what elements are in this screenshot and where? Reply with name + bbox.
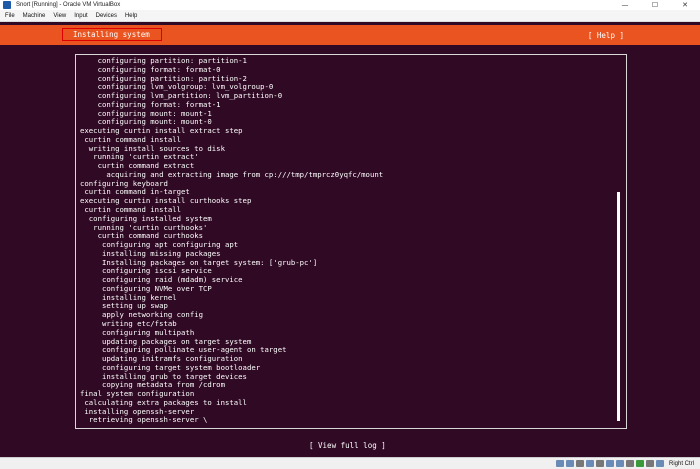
log-scrollbar-thumb[interactable] [617, 192, 620, 421]
status-bar: Right Ctrl [0, 457, 700, 469]
optical-drive-icon[interactable] [565, 460, 574, 467]
window-controls: — ☐ ✕ [610, 0, 700, 10]
minimize-button[interactable]: — [610, 0, 640, 10]
network-icon[interactable] [585, 460, 594, 467]
hard-disk-icon[interactable] [555, 460, 564, 467]
menu-view[interactable]: View [53, 13, 66, 19]
install-log-text: configuring partition: partition-1 confi… [80, 56, 610, 425]
shared-folders-icon[interactable] [605, 460, 614, 467]
menu-file[interactable]: File [5, 13, 15, 19]
menu-bar: File Machine View Input Devices Help [0, 10, 700, 22]
host-key-label: Right Ctrl [668, 460, 694, 467]
window-titlebar: Snort [Running] - Oracle VM VirtualBox —… [0, 0, 700, 10]
maximize-button[interactable]: ☐ [640, 0, 670, 10]
log-scrollbar[interactable] [617, 59, 620, 423]
vm-screen[interactable]: Installing system [ Help ] configuring p… [0, 22, 700, 457]
log-line: retrieving openssh-server \ [80, 415, 208, 425]
virtualbox-icon [3, 1, 11, 9]
installer-title: Installing system [62, 28, 162, 41]
menu-input[interactable]: Input [74, 13, 87, 19]
help-button[interactable]: [ Help ] [588, 25, 624, 45]
menu-help[interactable]: Help [125, 13, 137, 19]
audio-icon[interactable] [575, 460, 584, 467]
menu-machine[interactable]: Machine [23, 13, 46, 19]
video-capture-icon[interactable] [625, 460, 634, 467]
cpu-icon [655, 460, 664, 467]
menu-devices[interactable]: Devices [96, 13, 117, 19]
install-log-panel: configuring partition: partition-1 confi… [75, 54, 627, 429]
installer-header: Installing system [ Help ] [0, 25, 700, 45]
usb-icon[interactable] [595, 460, 604, 467]
mouse-integration-icon[interactable] [635, 460, 644, 467]
display-icon[interactable] [615, 460, 624, 467]
close-button[interactable]: ✕ [670, 0, 700, 10]
keyboard-icon[interactable] [645, 460, 654, 467]
window-title: Snort [Running] - Oracle VM VirtualBox [16, 2, 121, 8]
view-full-log-button[interactable]: [ View full log ] [309, 441, 386, 451]
